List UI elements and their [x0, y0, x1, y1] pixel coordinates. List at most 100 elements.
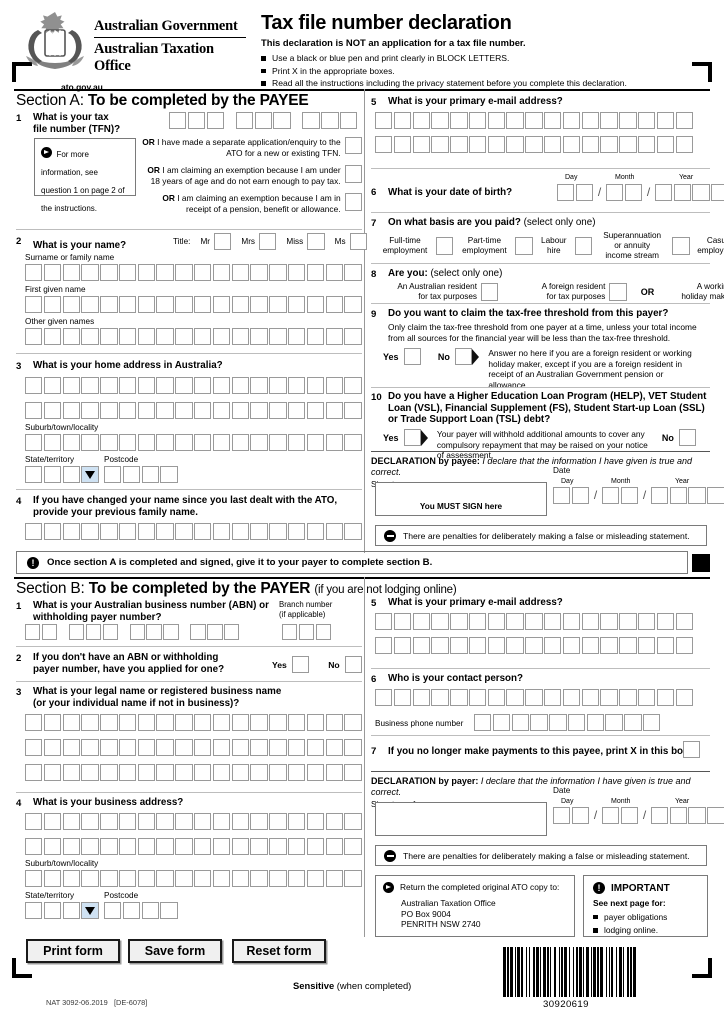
date-month-box[interactable] [601, 487, 620, 505]
date-day-box[interactable] [553, 487, 571, 505]
first-name-char-box[interactable] [118, 296, 137, 314]
abn-digit-box[interactable] [146, 624, 162, 640]
suburb-char-box[interactable] [325, 434, 343, 452]
legal-name-char-box[interactable] [137, 714, 156, 732]
business-address-line2-row[interactable] [25, 838, 362, 856]
payer-email-char-box[interactable] [619, 637, 637, 655]
business-suburb-char-box[interactable] [287, 870, 306, 888]
business-suburb-char-box[interactable] [231, 870, 249, 888]
business-phone-digit-box[interactable] [511, 714, 529, 732]
business-phone-digit-box[interactable] [474, 714, 492, 732]
payer-email-char-box[interactable] [393, 637, 412, 655]
tfn-or-1-checkbox[interactable] [344, 137, 362, 155]
residency-foreign-checkbox[interactable] [609, 283, 627, 301]
business-suburb-char-box[interactable] [137, 870, 156, 888]
business-address-char-box[interactable] [25, 838, 43, 856]
tfn-or-2-checkbox[interactable] [344, 165, 362, 183]
payer-email-char-box[interactable] [450, 637, 468, 655]
legal-name-char-box[interactable] [25, 739, 43, 757]
contact-person-char-box[interactable] [487, 689, 506, 707]
state-input-row[interactable] [25, 466, 99, 484]
payee-email-char-box[interactable] [581, 112, 599, 130]
suburb-char-box[interactable] [287, 434, 306, 452]
home-address-char-box[interactable] [344, 377, 362, 395]
first-name-char-box[interactable] [137, 296, 156, 314]
date-year-box[interactable] [650, 807, 669, 825]
payee-email-char-box[interactable] [637, 112, 656, 130]
other-names-input-row[interactable] [25, 328, 362, 346]
payee-email-char-box[interactable] [525, 112, 543, 130]
surname-char-box[interactable] [43, 264, 62, 282]
legal-name-char-box[interactable] [175, 739, 193, 757]
dob-input-row[interactable]: / / [557, 184, 724, 202]
business-suburb-char-box[interactable] [194, 870, 212, 888]
previous-name-char-box[interactable] [212, 523, 231, 541]
payer-email-char-box[interactable] [487, 637, 506, 655]
legal-name-char-box[interactable] [194, 739, 212, 757]
suburb-char-box[interactable] [118, 434, 137, 452]
suburb-char-box[interactable] [137, 434, 156, 452]
abn-digit-box[interactable] [223, 624, 240, 640]
abn-input-group[interactable] [25, 624, 240, 640]
legal-name-line1-row[interactable] [25, 714, 362, 732]
abn-digit-box[interactable] [68, 624, 85, 640]
home-address-line1-row[interactable] [25, 377, 362, 395]
date-year-box[interactable] [707, 487, 724, 505]
date-day-box[interactable] [571, 807, 590, 825]
payer-email-char-box[interactable] [600, 637, 618, 655]
business-address-char-box[interactable] [156, 838, 174, 856]
abn-digit-box[interactable] [102, 624, 118, 640]
home-address-char-box[interactable] [81, 377, 99, 395]
suburb-char-box[interactable] [81, 434, 99, 452]
date-year-box[interactable] [669, 807, 688, 825]
payee-email-char-box[interactable] [656, 136, 675, 154]
payer-email-char-box[interactable] [506, 637, 524, 655]
date-month-box[interactable] [620, 807, 639, 825]
legal-name-char-box[interactable] [212, 714, 231, 732]
payee-email-char-box[interactable] [487, 136, 506, 154]
payer-email-char-box[interactable] [412, 637, 430, 655]
home-address-char-box[interactable] [175, 402, 193, 420]
dob-day-box[interactable] [575, 184, 594, 202]
home-address-line2-row[interactable] [25, 402, 362, 420]
print-form-button[interactable]: Print form [26, 939, 120, 963]
branch-digit-box[interactable] [315, 624, 331, 640]
tfn-digit-box[interactable] [254, 112, 272, 130]
home-address-char-box[interactable] [306, 402, 325, 420]
legal-name-char-box[interactable] [269, 739, 287, 757]
legal-name-char-box[interactable] [118, 764, 137, 782]
payee-email-char-box[interactable] [506, 136, 524, 154]
surname-char-box[interactable] [81, 264, 99, 282]
surname-char-box[interactable] [212, 264, 231, 282]
home-address-char-box[interactable] [62, 377, 80, 395]
state-dropdown-button[interactable] [81, 466, 99, 484]
home-address-char-box[interactable] [100, 402, 118, 420]
threshold-no-checkbox[interactable] [454, 348, 473, 366]
home-address-char-box[interactable] [43, 377, 62, 395]
other-names-char-box[interactable] [137, 328, 156, 346]
abn-digit-box[interactable] [190, 624, 206, 640]
abn-digit-box[interactable] [207, 624, 223, 640]
first-name-char-box[interactable] [212, 296, 231, 314]
home-address-char-box[interactable] [287, 377, 306, 395]
tfn-or-3-checkbox[interactable] [344, 193, 362, 211]
first-name-char-box[interactable] [287, 296, 306, 314]
dob-year-box[interactable] [692, 184, 710, 202]
surname-char-box[interactable] [100, 264, 118, 282]
branch-digit-box[interactable] [282, 624, 298, 640]
contact-person-char-box[interactable] [468, 689, 487, 707]
previous-name-char-box[interactable] [344, 523, 362, 541]
previous-name-char-box[interactable] [62, 523, 80, 541]
help-no-checkbox[interactable] [678, 429, 697, 447]
legal-name-char-box[interactable] [212, 739, 231, 757]
home-address-char-box[interactable] [62, 402, 80, 420]
business-address-char-box[interactable] [325, 813, 343, 831]
payer-email-char-box[interactable] [562, 637, 581, 655]
home-address-char-box[interactable] [43, 402, 62, 420]
other-names-char-box[interactable] [62, 328, 80, 346]
home-address-char-box[interactable] [212, 402, 231, 420]
legal-name-char-box[interactable] [100, 739, 118, 757]
business-suburb-char-box[interactable] [269, 870, 287, 888]
date-year-box[interactable] [688, 487, 706, 505]
date-month-box[interactable] [601, 807, 620, 825]
